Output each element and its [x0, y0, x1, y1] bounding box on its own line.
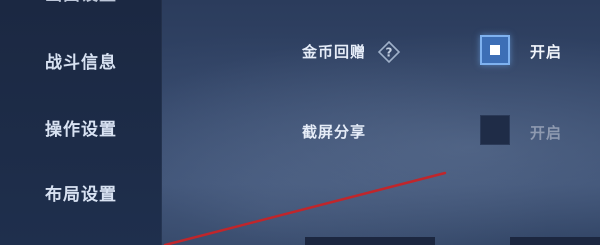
coin-reward-checkbox[interactable] [480, 35, 510, 65]
screenshot-share-checkbox[interactable] [480, 115, 510, 145]
game-settings-screen: 画面设置 战斗信息 操作设置 布局设置 金币回赠 ? 开启 截屏分享 开启 [0, 0, 600, 245]
screenshot-share-option-label: 开启 [530, 124, 563, 142]
setting-label-coin-reward: 金币回赠 [302, 43, 367, 61]
help-icon[interactable]: ? [377, 40, 401, 64]
coin-reward-option-label: 开启 [530, 43, 563, 61]
settings-sidebar: 画面设置 战斗信息 操作设置 布局设置 [0, 0, 162, 245]
sidebar-item-display[interactable]: 画面设置 [0, 0, 162, 14]
sidebar-item-battle-info[interactable]: 战斗信息 [0, 38, 162, 82]
sidebar-item-layout[interactable]: 布局设置 [0, 170, 162, 214]
sidebar-item-controls[interactable]: 操作设置 [0, 105, 162, 149]
checkbox-checked-mark [490, 45, 500, 55]
svg-text:?: ? [386, 46, 393, 60]
bottom-panel-right [510, 237, 600, 245]
setting-label-screenshot-share: 截屏分享 [302, 123, 367, 141]
bottom-panel-left [305, 237, 435, 245]
